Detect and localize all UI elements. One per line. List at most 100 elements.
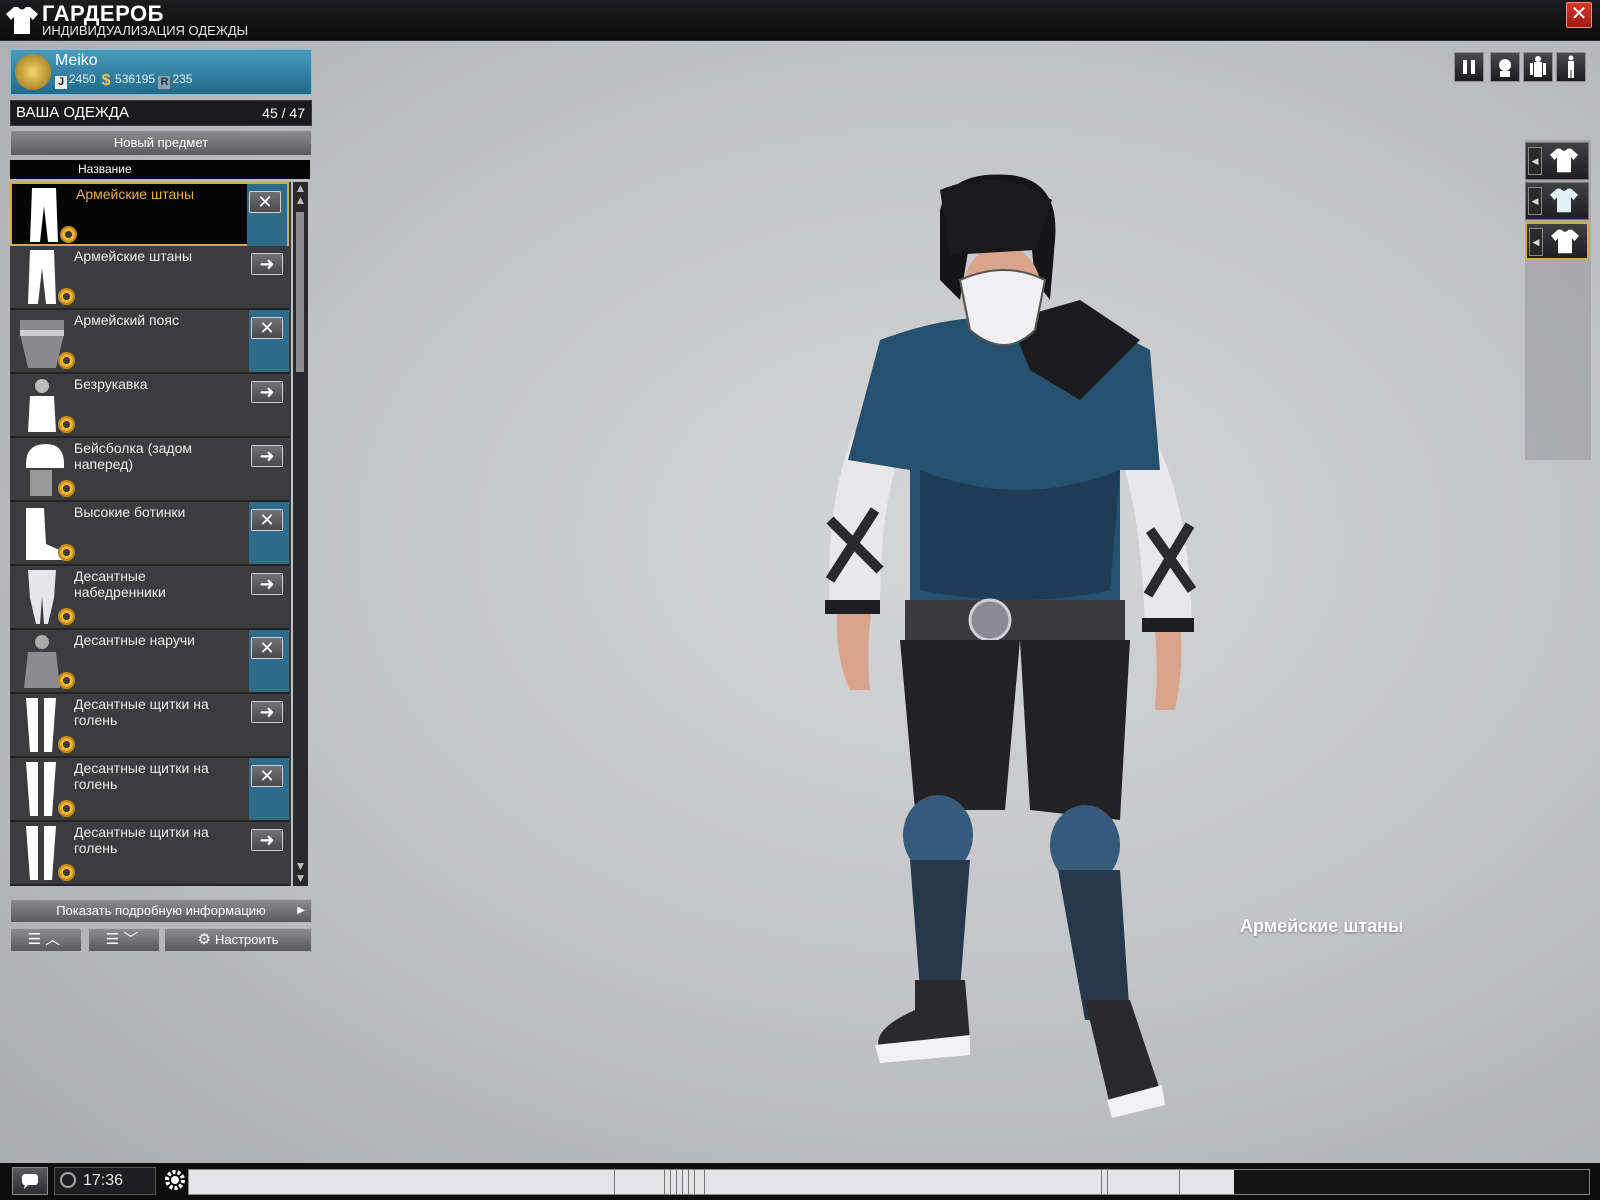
equip-item-button[interactable]: ➜	[251, 701, 283, 723]
stat-r-value: 235	[172, 72, 193, 86]
scroll-down-icon[interactable]: ▼ ▼	[293, 860, 308, 886]
item-name: Безрукавка	[74, 376, 148, 392]
wardrobe-count: 45 / 47	[262, 105, 305, 121]
settings-gear-icon[interactable]	[162, 1167, 188, 1193]
wardrobe-header: ВАША ОДЕЖДА 45 / 47	[10, 100, 312, 126]
remove-item-button[interactable]: ✕	[251, 317, 283, 339]
chat-button[interactable]	[12, 1167, 48, 1195]
pause-icon	[1463, 60, 1475, 74]
shirt-icon	[1550, 148, 1578, 173]
customizable-gear-icon	[60, 226, 77, 243]
list-item[interactable]: Десантные щитки на голень ✕	[10, 758, 289, 822]
remove-item-button[interactable]: ✕	[251, 637, 283, 659]
bar-tick	[676, 1170, 677, 1194]
wardrobe-title: ВАША ОДЕЖДА	[16, 104, 129, 121]
stat-j-value: 2450	[69, 72, 96, 86]
shirt-icon	[1550, 188, 1578, 213]
list-item[interactable]: Безрукавка ➜	[10, 374, 289, 438]
item-name: Высокие ботинки	[74, 504, 186, 520]
item-name: Десантные щитки на голень	[74, 760, 209, 792]
list-item[interactable]: Армейский пояс ✕	[10, 310, 289, 374]
player-emblem-icon	[15, 54, 51, 90]
equip-item-button[interactable]: ➜	[251, 829, 283, 851]
show-details-button[interactable]: Показать подробную информацию ▶	[10, 899, 312, 923]
torso-icon	[1530, 56, 1546, 77]
player-profile: Meiko J 2450 $536195 R 235	[10, 49, 312, 95]
customizable-gear-icon	[58, 800, 75, 817]
head-icon	[1499, 59, 1511, 77]
outfit-slot-2[interactable]: ◀	[1525, 182, 1589, 220]
clock: 17:36	[54, 1167, 156, 1195]
slot-arrow-icon: ◀	[1528, 187, 1542, 215]
column-header[interactable]: Название	[10, 160, 310, 179]
customize-button[interactable]: ⚙ Настроить	[164, 928, 312, 952]
slot-arrow-icon: ◀	[1528, 147, 1542, 175]
outfit-slot-3[interactable]: ◀	[1525, 222, 1589, 260]
customizable-gear-icon	[58, 864, 75, 881]
arrow-right-icon: ▶	[297, 905, 305, 916]
move-down-button[interactable]: ☰ ﹀	[88, 928, 160, 952]
show-details-label: Показать подробную информацию	[56, 903, 266, 918]
list-item[interactable]: Армейские штаны ➜	[10, 246, 289, 310]
customizable-gear-icon	[58, 672, 75, 689]
customize-label: Настроить	[214, 932, 279, 947]
scroll-up-icon[interactable]: ▲ ▲	[293, 182, 308, 208]
shirt-icon	[1551, 229, 1579, 254]
outfit-slot-1[interactable]: ◀	[1525, 142, 1589, 180]
stack-up-icon: ☰ ︿	[27, 931, 61, 948]
r-currency-icon: R	[158, 76, 171, 89]
player-name: Meiko	[55, 52, 98, 69]
list-item[interactable]: Бейсболка (задом наперед) ➜	[10, 438, 289, 502]
list-item[interactable]: Армейские штаны ✕	[10, 182, 289, 246]
scroll-thumb[interactable]	[296, 212, 304, 372]
move-up-button[interactable]: ☰ ︿	[10, 928, 82, 952]
item-name: Десантные наручи	[74, 632, 195, 648]
customizable-gear-icon	[58, 416, 75, 433]
equip-item-button[interactable]: ➜	[251, 573, 283, 595]
bar-tick	[1179, 1170, 1180, 1194]
customizable-gear-icon	[58, 608, 75, 625]
bar-tick	[704, 1170, 705, 1194]
list-item[interactable]: Десантные набедренники ➜	[10, 566, 289, 630]
equip-item-button[interactable]: ➜	[251, 253, 283, 275]
list-item[interactable]: Десантные наручи ✕	[10, 630, 289, 694]
column-name-label: Название	[78, 162, 132, 176]
view-torso-button[interactable]	[1523, 52, 1553, 82]
list-item[interactable]: Десантные щитки на голень ➜	[10, 694, 289, 758]
stat-money-value: 536195	[115, 72, 156, 86]
list-item[interactable]: Десантные щитки на голень ➜	[10, 822, 289, 886]
close-button[interactable]: ✕	[1566, 2, 1592, 28]
clock-icon	[60, 1172, 76, 1188]
bar-tick	[694, 1170, 695, 1194]
view-head-button[interactable]	[1490, 52, 1520, 82]
bar-tick	[1107, 1170, 1108, 1194]
item-name: Десантные щитки на голень	[74, 696, 209, 728]
item-name: Десантные набедренники	[74, 568, 166, 600]
character-model[interactable]	[820, 170, 1220, 1150]
list-scrollbar[interactable]: ▲ ▲ ▼ ▼	[293, 182, 308, 886]
experience-bar	[188, 1169, 1590, 1195]
outfit-slots-panel: ◀ ◀ ◀	[1525, 140, 1591, 460]
remove-item-button[interactable]: ✕	[249, 191, 281, 213]
money-icon: $	[101, 72, 111, 89]
remove-item-button[interactable]: ✕	[251, 509, 283, 531]
customizable-gear-icon	[58, 736, 75, 753]
equip-item-button[interactable]: ➜	[251, 381, 283, 403]
list-item[interactable]: Высокие ботинки ✕	[10, 502, 289, 566]
new-item-button[interactable]: Новый предмет	[10, 130, 312, 156]
item-name: Армейские штаны	[74, 248, 193, 264]
bar-tick	[670, 1170, 671, 1194]
item-name: Армейский пояс	[74, 312, 179, 328]
item-name: Армейские штаны	[76, 186, 195, 202]
view-full-body-button[interactable]	[1556, 52, 1586, 82]
stack-down-icon: ☰ ﹀	[105, 931, 139, 948]
bar-tick	[682, 1170, 683, 1194]
preview-item-caption: Армейские штаны	[1240, 916, 1404, 936]
item-name: Бейсболка (задом наперед)	[74, 440, 193, 472]
customizable-gear-icon	[58, 288, 75, 305]
remove-item-button[interactable]: ✕	[251, 765, 283, 787]
experience-bar-empty	[1234, 1170, 1589, 1194]
customizable-gear-icon	[58, 544, 75, 561]
pause-rotation-button[interactable]	[1454, 52, 1484, 82]
equip-item-button[interactable]: ➜	[251, 445, 283, 467]
